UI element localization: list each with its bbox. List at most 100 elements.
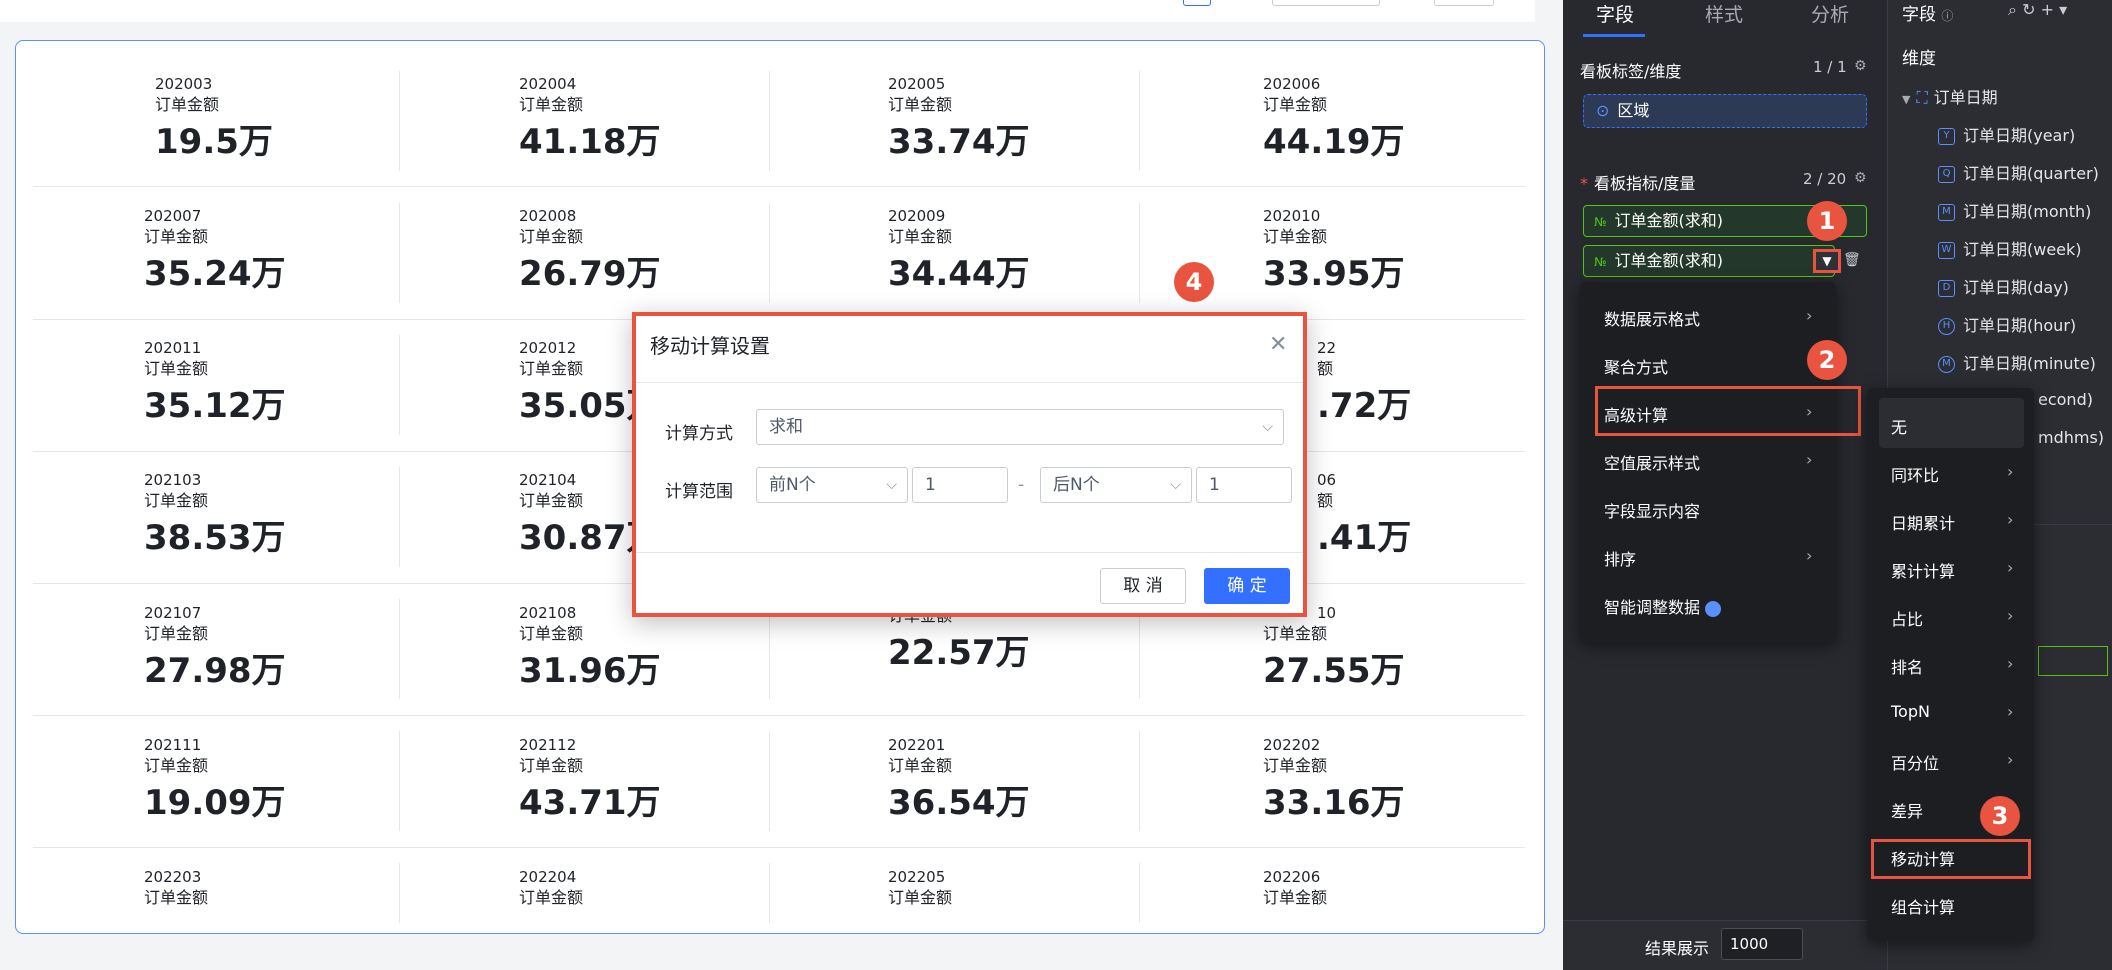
submenu-item-topn[interactable]: TopN	[1891, 702, 1930, 721]
field-item-label: 订单日期(month)	[1963, 202, 2092, 221]
kpi-card[interactable]: 202202 订单金额 33.16万	[1263, 736, 1603, 826]
menu-item-display-format[interactable]: 数据展示格式	[1604, 306, 1700, 330]
card-date: 202006	[1263, 75, 1321, 93]
range-before-select[interactable]: 前N个 ⌵	[756, 467, 908, 503]
dimension-header: 维度	[1902, 49, 1936, 69]
moving-calc-dialog: 移动计算设置 ✕ 计算方式 求和 ⌵ 计算范围 前N个 ⌵ 1 - 后N个 ⌵ 1 取…	[632, 312, 1307, 617]
field-item-day[interactable]: D 订单日期(day)	[1938, 274, 2069, 298]
submenu-item-percentile[interactable]: 百分位	[1891, 750, 1939, 774]
submenu-item-diff[interactable]: 差异	[1891, 798, 1923, 822]
kpi-card[interactable]: 10 订单金额 27.55万	[1263, 604, 1603, 694]
kpi-card[interactable]: 202111 订单金额 19.09万	[144, 736, 484, 826]
date-group-label: 订单日期	[1933, 88, 1998, 107]
tab-style[interactable]: 样式	[1674, 0, 1774, 34]
toolbar-control[interactable]	[1272, 0, 1380, 6]
add-icon[interactable]: +	[2041, 0, 2054, 19]
kpi-card[interactable]: 202205 订单金额	[888, 868, 1228, 910]
number-type-icon: №	[1594, 255, 1607, 269]
kpi-card[interactable]: 202006 订单金额 44.19万	[1263, 75, 1603, 165]
kpi-card[interactable]: 202203 订单金额	[144, 868, 484, 910]
kpi-card[interactable]: 202007 订单金额 35.24万	[144, 207, 484, 297]
kpi-card[interactable]: 202204 订单金额	[519, 868, 859, 910]
gear-icon[interactable]: ⚙	[1854, 58, 1867, 74]
card-label: 订单金额	[888, 95, 953, 114]
kpi-card[interactable]: 22 额 .72万	[1317, 339, 1517, 429]
card-date: 202008	[519, 207, 577, 225]
field-item-label: 订单日期(minute)	[1963, 354, 2096, 373]
kpi-card[interactable]: 202201 订单金额 36.54万	[888, 736, 1228, 826]
active-tab-indicator	[1583, 34, 1645, 37]
dimension-field-region[interactable]: ⊙ 区域	[1583, 94, 1867, 128]
result-limit-input[interactable]: 1000	[1721, 928, 1803, 960]
date-group-item[interactable]: ▼ ⛶ 订单日期	[1902, 84, 1998, 108]
required-asterisk: *	[1580, 174, 1588, 193]
kpi-card[interactable]: 202107 订单金额 27.98万	[144, 604, 484, 694]
kpi-card[interactable]: 202206 订单金额	[1263, 868, 1603, 910]
field-item-quarter[interactable]: Q 订单日期(quarter)	[1938, 160, 2099, 184]
toolbar-control[interactable]	[1434, 0, 1494, 6]
field-item-minute[interactable]: M 订单日期(minute)	[1938, 350, 2096, 374]
kpi-card[interactable]: 202103 订单金额 38.53万	[144, 471, 484, 561]
submenu-item-ratio[interactable]: 占比	[1891, 606, 1923, 630]
chevron-right-icon: ›	[2007, 750, 2014, 769]
card-label: 订单金额	[888, 227, 953, 246]
card-value: 19.09万	[144, 783, 286, 823]
kpi-card[interactable]: 202004 订单金额 41.18万	[519, 75, 859, 165]
chevron-right-icon: ›	[2007, 558, 2014, 577]
menu-item-smart-adjust[interactable]: 智能调整数据	[1604, 594, 1722, 618]
tab-analysis[interactable]: 分析	[1780, 0, 1880, 34]
tab-fields[interactable]: 字段	[1565, 0, 1665, 34]
menu-item-aggregation[interactable]: 聚合方式	[1604, 354, 1668, 378]
card-value: 38.53万	[144, 518, 286, 558]
menu-item-field-content[interactable]: 字段显示内容	[1604, 498, 1700, 522]
toolbar-control[interactable]	[1183, 0, 1211, 6]
caret-down-icon[interactable]: ▾	[2059, 0, 2067, 19]
card-date: 202010	[1263, 207, 1321, 225]
range-after-select[interactable]: 后N个 ⌵	[1040, 467, 1192, 503]
confirm-button[interactable]: 确 定	[1204, 568, 1290, 604]
card-date: 22	[1317, 339, 1337, 357]
year-icon: Y	[1938, 128, 1955, 145]
field-item-second[interactable]: econd)	[2038, 390, 2093, 409]
measure-dropdown-button[interactable]: ▼	[1813, 249, 1841, 273]
refresh-icon[interactable]: ↻	[2022, 0, 2035, 19]
kpi-card[interactable]: 06 额 .41万	[1317, 471, 1517, 561]
range-before-input[interactable]: 1	[912, 467, 1008, 503]
field-item-year[interactable]: Y 订单日期(year)	[1938, 122, 2075, 146]
submenu-item-combined-calc[interactable]: 组合计算	[1891, 894, 1955, 918]
field-item-ymdhms[interactable]: mdhms)	[2038, 428, 2104, 447]
cancel-button[interactable]: 取 消	[1100, 568, 1186, 604]
chevron-down-icon: ⌵	[1170, 477, 1181, 493]
submenu-item-date-cumulative[interactable]: 日期累计	[1891, 510, 1955, 534]
card-value: 35.12万	[144, 386, 286, 426]
search-icon[interactable]: ⌕	[2008, 0, 2017, 19]
field-item-month[interactable]: M 订单日期(month)	[1938, 198, 2091, 222]
kpi-card[interactable]: 202003 订单金额 19.5万	[155, 75, 495, 165]
field-item-hour[interactable]: H 订单日期(hour)	[1938, 312, 2076, 336]
minute-icon: M	[1938, 356, 1955, 373]
card-label: 订单金额	[519, 888, 584, 907]
field-item-week[interactable]: W 订单日期(week)	[1938, 236, 2082, 260]
submenu-item-rank[interactable]: 排名	[1891, 654, 1923, 678]
kpi-card[interactable]: 202010 订单金额 33.95万	[1263, 207, 1603, 297]
kpi-card[interactable]: 202005 订单金额 33.74万	[888, 75, 1228, 165]
menu-item-sort[interactable]: 排序	[1604, 546, 1636, 570]
gear-icon[interactable]: ⚙	[1854, 170, 1867, 186]
menu-item-null-style[interactable]: 空值展示样式	[1604, 450, 1700, 474]
kpi-card[interactable]: 202011 订单金额 35.12万	[144, 339, 484, 429]
kpi-card[interactable]: 202112 订单金额 43.71万	[519, 736, 859, 826]
submenu-item-none[interactable]: 无	[1891, 414, 1907, 438]
kpi-card[interactable]: 202108 订单金额 31.96万	[519, 604, 859, 694]
range-after-input[interactable]: 1	[1196, 467, 1292, 503]
measure-field-2[interactable]: № 订单金额(求和)	[1583, 245, 1835, 277]
submenu-item-yoy[interactable]: 同环比	[1891, 462, 1939, 486]
menu-item-smart-adjust-label: 智能调整数据	[1604, 598, 1701, 617]
kpi-card[interactable]: 202008 订单金额 26.79万	[519, 207, 859, 297]
info-icon: ⓘ	[1941, 9, 1954, 23]
submenu-item-cumulative[interactable]: 累计计算	[1891, 558, 1955, 582]
trash-icon[interactable]: 🗑	[1843, 252, 1861, 268]
dialog-divider	[636, 552, 1303, 553]
close-icon[interactable]: ✕	[1269, 332, 1287, 357]
chevron-right-icon: ›	[1806, 546, 1813, 565]
calc-method-select[interactable]: 求和 ⌵	[756, 409, 1284, 445]
